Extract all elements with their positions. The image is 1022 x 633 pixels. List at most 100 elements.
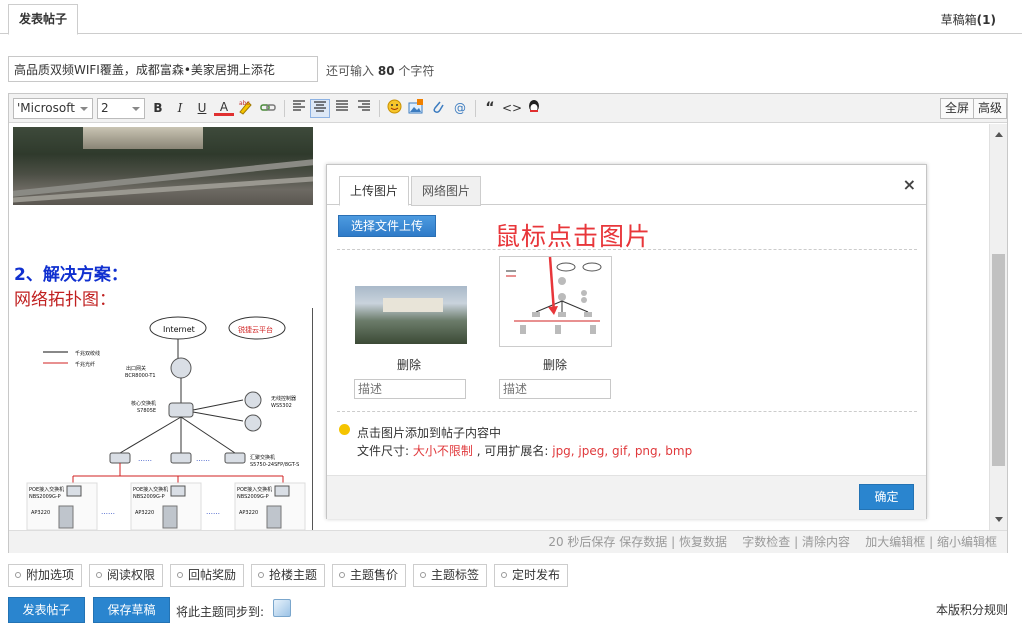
status-separator: | [794, 535, 799, 549]
scroll-down-icon[interactable] [995, 517, 1003, 522]
legend-copper-label: 千兆双绞线 [75, 350, 100, 357]
uploaded-image-thumbnail[interactable] [355, 286, 467, 344]
content-photo [13, 127, 313, 205]
bullet-icon [258, 572, 264, 578]
gateway-model: BCR8000-T1 [125, 373, 156, 379]
ext-label: , 可用扩展名: [476, 444, 549, 458]
toolbar-divider [475, 100, 476, 117]
qq-icon[interactable] [524, 99, 544, 118]
core-switch-icon [168, 402, 194, 418]
option-reply-reward[interactable]: 回帖奖励 [170, 564, 245, 587]
font-family-select[interactable]: 'Microsoft [13, 98, 93, 119]
advanced-button[interactable]: 高级 [973, 98, 1007, 119]
tab-upload-image[interactable]: 上传图片 [339, 176, 410, 206]
chevron-down-icon [132, 107, 140, 111]
save-draft-button[interactable]: 保存草稿 [93, 597, 170, 623]
bold-button[interactable]: B [148, 99, 168, 118]
divider [337, 411, 917, 412]
option-label: 抢楼主题 [269, 568, 318, 582]
align-right-icon[interactable] [354, 99, 374, 118]
bullet-icon [339, 572, 345, 578]
font-size-value: 2 [101, 101, 109, 115]
dialog-footer: 确定 [327, 475, 926, 519]
align-left-icon[interactable] [289, 99, 309, 118]
bullet-icon [420, 572, 426, 578]
highlight-icon[interactable]: abc [236, 99, 256, 118]
select-file-upload-button[interactable]: 选择文件上传 [338, 215, 436, 237]
size-label: 文件尺寸: [357, 444, 410, 458]
attachment-icon[interactable] [428, 99, 448, 118]
restore-data-link[interactable]: 恢复数据 [679, 535, 727, 549]
core-label: 核心交换机 [131, 400, 156, 407]
underline-button[interactable]: U [192, 99, 212, 118]
editor-scrollbar[interactable] [989, 124, 1007, 530]
image-description-input[interactable] [499, 379, 611, 399]
tab-web-image[interactable]: 网络图片 [411, 176, 482, 206]
option-label: 主题售价 [350, 568, 399, 582]
option-thread-tags[interactable]: 主题标签 [413, 564, 488, 587]
option-label: 定时发布 [512, 568, 561, 582]
sync-weibo-icon[interactable] [273, 599, 291, 617]
topology-diagram: Internet 锐捷云平台 千兆双绞线 千兆光纤 出口网关 BCR8000-T… [13, 308, 313, 530]
poe-label: POE接入交换机 [133, 486, 168, 493]
status-separator: | [929, 535, 934, 549]
word-count-link[interactable]: 字数检查 [742, 535, 790, 549]
lightbulb-icon [339, 424, 350, 435]
poe-switch-icon [66, 485, 82, 497]
emoji-icon[interactable] [384, 99, 404, 118]
toolbar-divider [284, 100, 285, 117]
option-extra[interactable]: 附加选项 [8, 564, 83, 587]
legend-fiber-label: 千兆光纤 [75, 361, 95, 368]
bullet-icon [96, 572, 102, 578]
chevron-down-icon [80, 107, 88, 111]
font-size-select[interactable]: 2 [97, 98, 145, 119]
image-icon[interactable] [406, 99, 426, 118]
gateway-icon [170, 357, 192, 379]
ext-value: jpg, jpeg, gif, png, bmp [552, 444, 693, 458]
option-thread-price[interactable]: 主题售价 [332, 564, 407, 587]
cloud-platform-label: 锐捷云平台 [238, 325, 273, 334]
clear-content-link[interactable]: 清除内容 [802, 535, 850, 549]
option-label: 阅读权限 [107, 568, 156, 582]
wlc-icon [244, 391, 262, 409]
thread-title-input[interactable] [8, 56, 318, 82]
post-thread-button[interactable]: 发表帖子 [8, 597, 85, 623]
at-mention-button[interactable]: @ [450, 99, 470, 118]
text-color-button[interactable]: A [214, 99, 234, 116]
file-size-info: 文件尺寸: 大小不限制 , 可用扩展名: jpg, jpeg, gif, png… [357, 442, 692, 459]
option-scheduled-post[interactable]: 定时发布 [494, 564, 569, 587]
scroll-up-icon[interactable] [995, 132, 1003, 137]
align-center-icon[interactable] [310, 99, 330, 118]
delete-image-link[interactable]: 删除 [397, 356, 421, 373]
align-justify-icon[interactable] [332, 99, 352, 118]
editor-statusbar: 20 秒后保存 保存数据 | 恢复数据 字数检查 | 清除内容 加大编辑框 | … [9, 530, 1007, 553]
delete-image-link[interactable]: 删除 [543, 356, 567, 373]
save-data-link[interactable]: 保存数据 [619, 535, 667, 549]
size-value: 大小不限制 [412, 444, 473, 458]
status-separator: | [671, 535, 676, 549]
internet-cloud: Internet [149, 316, 207, 340]
confirm-button[interactable]: 确定 [859, 484, 914, 510]
points-rules-link[interactable]: 本版积分规则 [936, 601, 1008, 618]
drafts-link[interactable]: 草稿箱(1) [941, 11, 996, 28]
thumbnail-building [383, 298, 443, 312]
scroll-thumb[interactable] [992, 254, 1005, 466]
code-button[interactable]: <> [502, 99, 522, 118]
sync-label: 将此主题同步到: [176, 605, 265, 619]
quote-button[interactable]: “ [480, 99, 500, 118]
shrink-editor-link[interactable]: 缩小编辑框 [937, 535, 997, 549]
option-label: 主题标签 [431, 568, 480, 582]
poe-model: NBS2009G-P [133, 494, 165, 500]
italic-button[interactable]: I [170, 99, 190, 118]
link-icon[interactable] [258, 99, 278, 118]
wlc-label: 无线控制器 [271, 395, 296, 402]
option-read-permission[interactable]: 阅读权限 [89, 564, 164, 587]
enlarge-editor-link[interactable]: 加大编辑框 [865, 535, 925, 549]
tab-post-thread[interactable]: 发表帖子 [8, 4, 78, 35]
wlc-model: WS5302 [271, 403, 292, 409]
option-floor-grab[interactable]: 抢楼主题 [251, 564, 326, 587]
image-description-input[interactable] [354, 379, 466, 399]
fullscreen-button[interactable]: 全屏 [940, 98, 975, 119]
uploaded-image-thumbnail[interactable] [499, 256, 612, 347]
close-icon[interactable]: × [903, 175, 916, 194]
